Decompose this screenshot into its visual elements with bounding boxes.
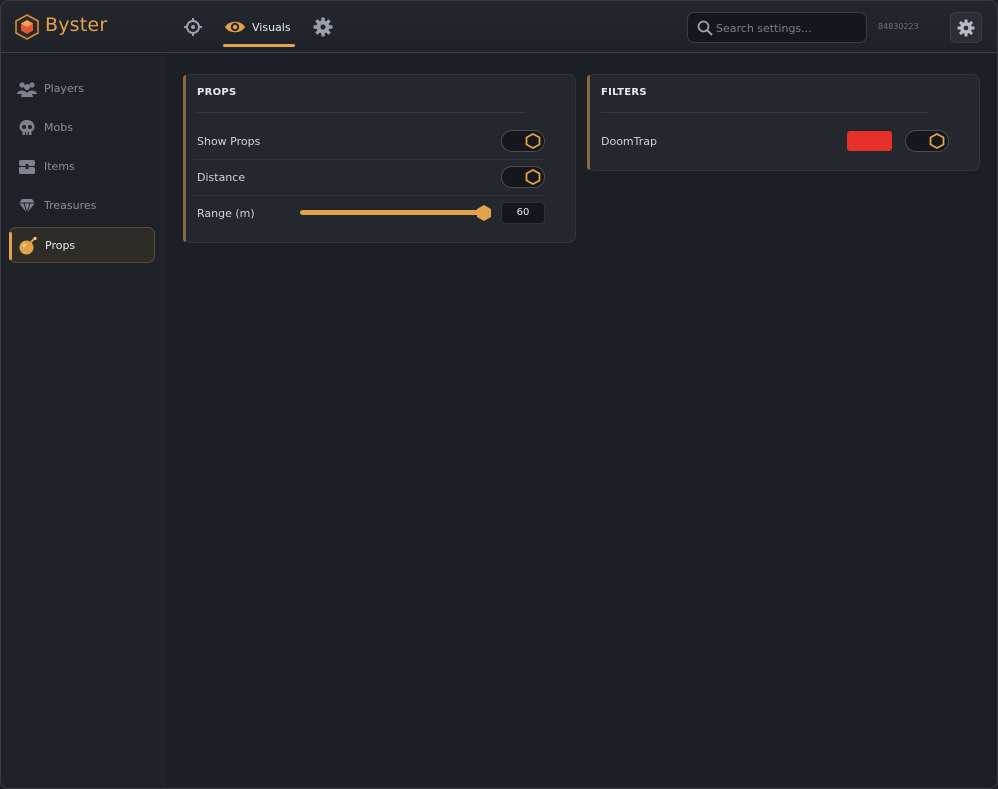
settings-button[interactable] <box>950 12 982 43</box>
crosshair-icon <box>184 18 202 36</box>
range-slider-track[interactable] <box>300 210 486 215</box>
show-props-label: Show Props <box>197 135 261 148</box>
sidebar-item-players[interactable]: Players <box>9 71 155 107</box>
chest-icon <box>17 157 37 177</box>
distance-label: Distance <box>197 171 246 184</box>
props-panel-title: PROPS <box>197 87 237 98</box>
gear-icon <box>313 17 333 37</box>
show-props-toggle[interactable] <box>501 130 545 152</box>
panel-divider <box>197 112 525 113</box>
hexagon-knob-icon <box>525 133 541 149</box>
filters-panel-title: FILTERS <box>601 87 647 98</box>
visuals-tab-label: Visuals <box>252 21 291 34</box>
range-label: Range (m) <box>197 207 255 220</box>
gem-icon <box>17 196 37 216</box>
sidebar-item-label: Mobs <box>44 121 73 134</box>
sidebar-item-items[interactable]: Items <box>9 149 155 185</box>
search-input[interactable] <box>716 18 861 38</box>
range-value-input[interactable]: 60 <box>501 202 545 224</box>
user-id-label: 84830223 <box>878 22 919 31</box>
doomtrap-row: DoomTrap <box>597 124 957 160</box>
app-window: Byster Visuals Search settings... 848302… <box>0 0 998 789</box>
sidebar: Players Mobs Items Treasures Props <box>1 54 165 788</box>
sidebar-item-treasures[interactable]: Treasures <box>9 188 155 224</box>
hexagon-knob-icon <box>929 133 945 149</box>
sidebar-item-label: Players <box>44 82 84 95</box>
distance-row: Distance <box>193 160 553 196</box>
gear-icon <box>957 18 975 37</box>
eye-icon <box>225 21 245 33</box>
doomtrap-toggle[interactable] <box>905 130 949 152</box>
byster-logo-icon <box>15 14 39 40</box>
players-icon <box>17 79 37 99</box>
aim-tab-button[interactable] <box>183 17 203 37</box>
doomtrap-label: DoomTrap <box>601 135 657 148</box>
show-props-row: Show Props <box>193 124 553 160</box>
filters-panel: FILTERS DoomTrap <box>587 74 980 171</box>
sidebar-item-label: Props <box>45 239 76 252</box>
brand-name: Byster <box>45 14 108 36</box>
sidebar-item-props[interactable]: Props <box>9 227 155 263</box>
range-slider-thumb[interactable] <box>475 204 493 222</box>
hexagon-knob-icon <box>525 169 541 185</box>
active-tab-indicator <box>223 44 295 47</box>
bomb-icon <box>18 236 38 256</box>
top-bar: Byster Visuals Search settings... 848302… <box>1 1 997 53</box>
sidebar-item-label: Items <box>44 160 75 173</box>
doomtrap-color-swatch[interactable] <box>847 131 892 151</box>
search-box[interactable] <box>687 12 867 43</box>
skull-icon <box>17 118 37 138</box>
panel-divider <box>601 112 929 113</box>
visuals-tab-button[interactable]: Visuals <box>223 13 295 47</box>
sidebar-item-label: Treasures <box>44 199 97 212</box>
sidebar-item-mobs[interactable]: Mobs <box>9 110 155 146</box>
distance-toggle[interactable] <box>501 166 545 188</box>
search-icon <box>697 20 713 36</box>
misc-tab-button[interactable] <box>313 17 333 37</box>
